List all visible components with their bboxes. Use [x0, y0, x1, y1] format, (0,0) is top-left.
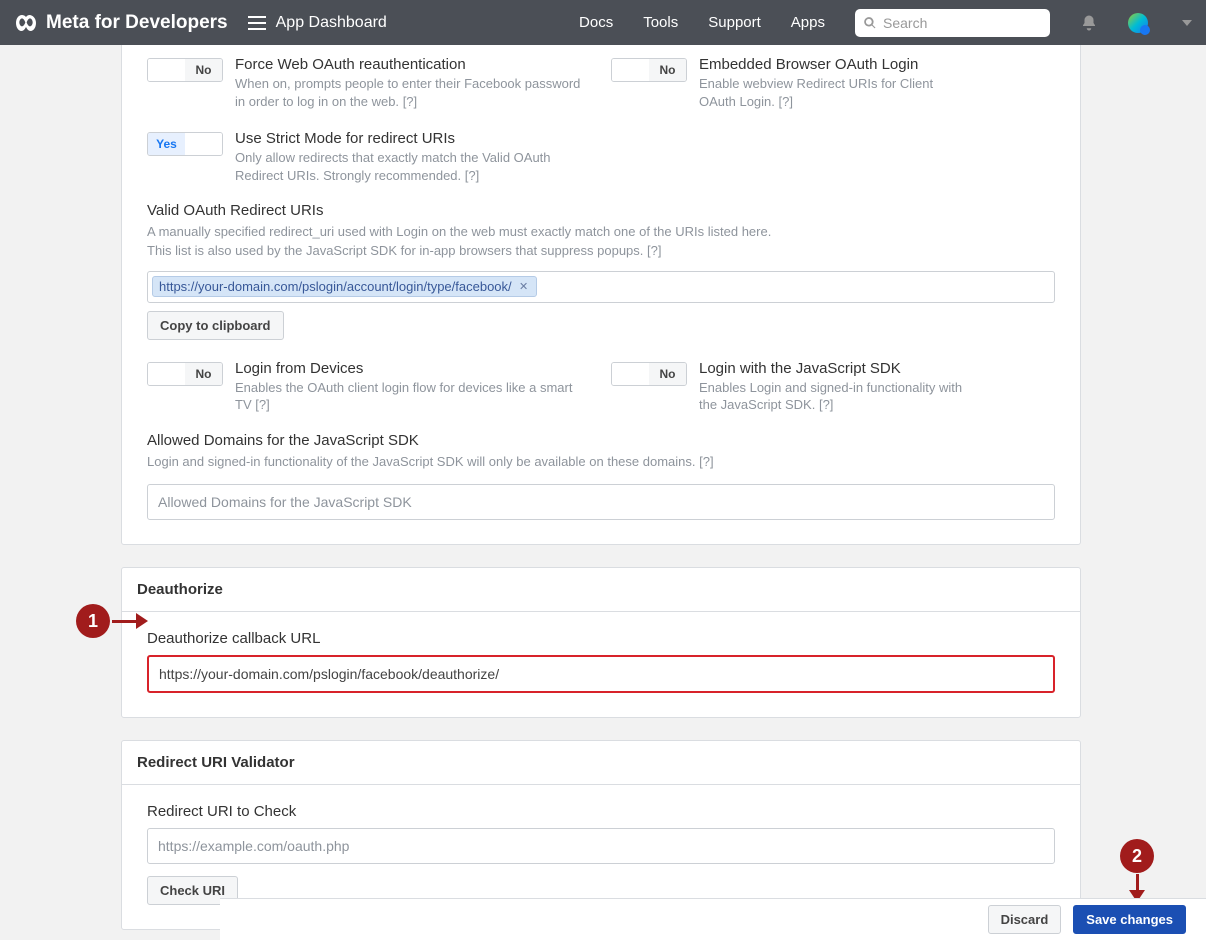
allowed-domains-desc: Login and signed-in functionality of the…: [147, 454, 696, 469]
login-devices-title: Login from Devices: [235, 360, 587, 377]
toggle-force-reauth[interactable]: No: [147, 58, 223, 82]
toggle-yes-label: Yes: [148, 133, 185, 155]
app-dashboard-menu[interactable]: App Dashboard: [248, 14, 387, 32]
nav-support[interactable]: Support: [708, 14, 761, 31]
account-caret-icon[interactable]: [1182, 20, 1192, 26]
oauth-settings-card: No Force Web OAuth reauthentication When…: [121, 45, 1081, 545]
step-badge-2: 2: [1120, 839, 1154, 873]
valid-uris-desc2: This list is also used by the JavaScript…: [147, 243, 643, 258]
uri-chip: https://your-domain.com/pslogin/account/…: [152, 276, 537, 297]
valid-uris-input[interactable]: https://your-domain.com/pslogin/account/…: [147, 271, 1055, 303]
help-icon[interactable]: [?]: [779, 94, 793, 109]
search-box[interactable]: [855, 9, 1050, 37]
help-icon[interactable]: [?]: [403, 94, 417, 109]
deauth-label: Deauthorize callback URL: [147, 630, 1055, 647]
chip-remove-icon[interactable]: ✕: [518, 280, 530, 292]
toggle-no-label: No: [649, 59, 686, 81]
discard-button[interactable]: Discard: [988, 905, 1062, 934]
footer-bar: Discard Save changes: [220, 898, 1206, 940]
app-header: Meta for Developers App Dashboard Docs T…: [0, 0, 1206, 45]
arrow-right-icon: [112, 613, 148, 629]
embedded-browser-title: Embedded Browser OAuth Login: [699, 56, 971, 73]
search-icon: [863, 16, 877, 30]
header-nav: Docs Tools Support Apps: [579, 9, 1196, 37]
help-icon[interactable]: [?]: [819, 397, 833, 412]
nav-apps[interactable]: Apps: [791, 14, 825, 31]
toggle-login-jssdk[interactable]: No: [611, 362, 687, 386]
strict-mode-desc: Only allow redirects that exactly match …: [235, 150, 551, 183]
allowed-domains-input[interactable]: [147, 484, 1055, 520]
copy-clipboard-button[interactable]: Copy to clipboard: [147, 311, 284, 340]
toggle-no-label: No: [649, 363, 686, 385]
save-changes-button[interactable]: Save changes: [1073, 905, 1186, 934]
help-icon[interactable]: [?]: [647, 243, 661, 258]
login-devices-desc: Enables the OAuth client login flow for …: [235, 380, 572, 413]
embedded-browser-desc: Enable webview Redirect URIs for Client …: [699, 76, 933, 109]
bell-icon[interactable]: [1080, 14, 1098, 32]
redirect-uri-input[interactable]: [147, 828, 1055, 864]
force-reauth-title: Force Web OAuth reauthentication: [235, 56, 587, 73]
infinity-icon: [14, 11, 38, 35]
allowed-domains-title: Allowed Domains for the JavaScript SDK: [147, 432, 1055, 449]
toggle-embedded-browser[interactable]: No: [611, 58, 687, 82]
login-jssdk-title: Login with the JavaScript SDK: [699, 360, 971, 377]
deauth-callback-input[interactable]: [149, 657, 1053, 691]
step-badge-1: 1: [76, 604, 110, 638]
uri-chip-text: https://your-domain.com/pslogin/account/…: [159, 279, 512, 294]
deauthorize-card: Deauthorize Deauthorize callback URL: [121, 567, 1081, 718]
toggle-login-devices[interactable]: No: [147, 362, 223, 386]
valid-uris-title: Valid OAuth Redirect URIs: [147, 202, 1055, 219]
avatar[interactable]: [1128, 13, 1148, 33]
search-input[interactable]: [883, 15, 1042, 31]
nav-docs[interactable]: Docs: [579, 14, 613, 31]
toggle-strict-mode[interactable]: Yes: [147, 132, 223, 156]
nav-tools[interactable]: Tools: [643, 14, 678, 31]
validator-label: Redirect URI to Check: [147, 803, 1055, 820]
validator-header: Redirect URI Validator: [122, 741, 1080, 785]
help-icon[interactable]: [?]: [465, 168, 479, 183]
meta-logo[interactable]: Meta for Developers: [14, 11, 228, 35]
help-icon[interactable]: [?]: [699, 454, 713, 469]
deauth-input-highlight: [147, 655, 1055, 693]
hamburger-icon: [248, 16, 266, 30]
toggle-no-label: No: [185, 363, 222, 385]
brand-text: Meta for Developers: [46, 12, 228, 34]
valid-uris-desc1: A manually specified redirect_uri used w…: [147, 224, 771, 239]
help-icon[interactable]: [?]: [255, 397, 269, 412]
page-label: App Dashboard: [276, 14, 387, 32]
strict-mode-title: Use Strict Mode for redirect URIs: [235, 130, 587, 147]
deauthorize-header: Deauthorize: [122, 568, 1080, 612]
toggle-no-label: No: [185, 59, 222, 81]
